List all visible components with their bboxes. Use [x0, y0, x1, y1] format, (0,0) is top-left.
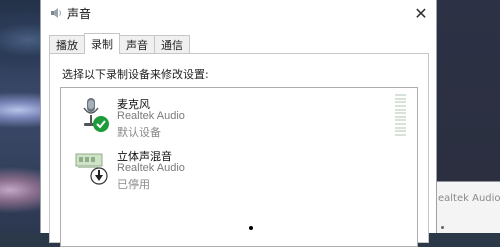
device-driver: Realtek Audio	[117, 110, 185, 122]
default-check-icon	[93, 116, 109, 132]
title-bar[interactable]: 声音 ✕	[41, 0, 436, 26]
window-title: 声音	[67, 7, 92, 21]
device-list[interactable]: 麦克风 Realtek Audio 默认设备 立体声混音 Realtek Aud…	[60, 87, 418, 247]
tab-recording[interactable]: 录制	[84, 33, 120, 54]
recording-panel: 选择以下录制设备来修改设置: 麦克风 Realtek Audio 默认设备 立体…	[49, 53, 429, 247]
mouse-pointer-dot	[249, 226, 253, 230]
background-window-bullet	[441, 226, 444, 229]
level-meter	[395, 94, 406, 136]
tab-strip: 播放 录制 声音 通信	[49, 33, 190, 54]
device-driver: Realtek Audio	[117, 162, 185, 174]
microphone-icon	[83, 98, 109, 132]
device-status: 已停用	[117, 178, 150, 191]
background-window-text: ealtek Audio	[438, 193, 500, 204]
device-status: 默认设备	[117, 126, 161, 139]
sound-dialog: 声音 ✕ 播放 录制 声音 通信 选择以下录制设备来修改设置: 麦克风 Real…	[40, 0, 437, 247]
device-item-stereo-mix[interactable]: 立体声混音 Realtek Audio 已停用	[61, 142, 381, 192]
speaker-icon	[51, 8, 61, 18]
device-item-microphone[interactable]: 麦克风 Realtek Audio 默认设备	[61, 90, 406, 140]
sound-card-icon	[75, 153, 108, 185]
instruction-text: 选择以下录制设备来修改设置:	[62, 68, 209, 81]
tab-communications[interactable]: 通信	[154, 35, 190, 54]
disabled-arrow-icon	[90, 167, 108, 185]
tab-sounds[interactable]: 声音	[119, 35, 155, 54]
tab-playback[interactable]: 播放	[49, 35, 85, 54]
close-button[interactable]: ✕	[406, 0, 436, 26]
